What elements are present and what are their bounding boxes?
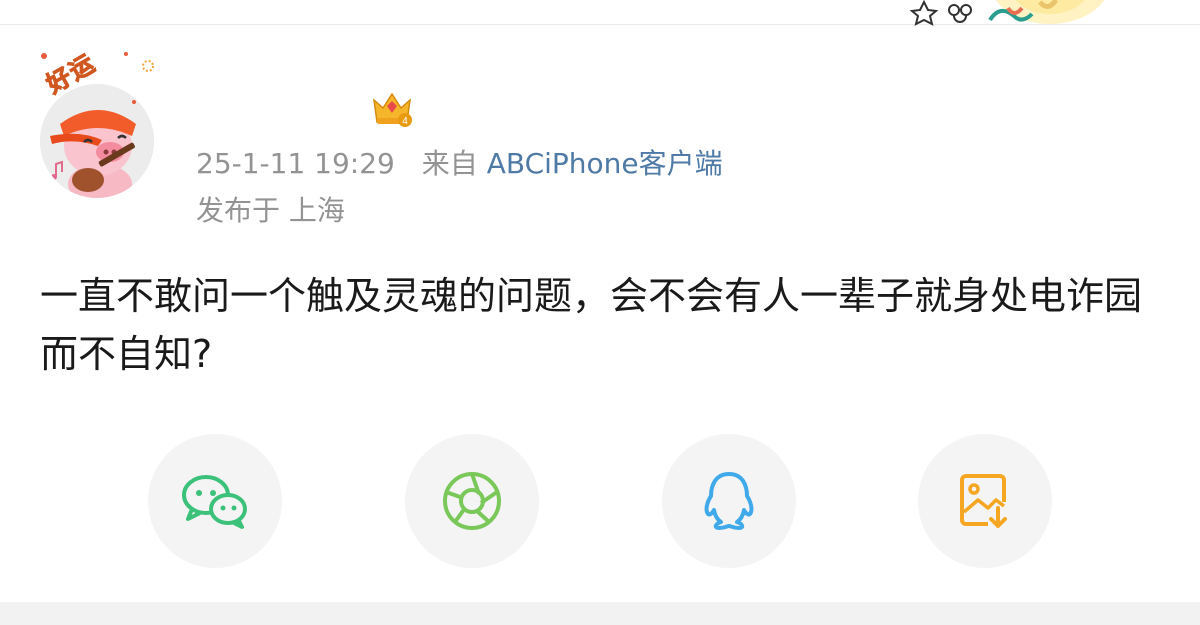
vip-crown-icon[interactable]: 4 [370,86,414,130]
qq-icon [704,472,754,530]
post-meta: 25-1-11 19:29 来自 ABCiPhone客户端 [196,144,723,184]
save-image-button[interactable] [918,434,1052,568]
share-qq-button[interactable] [662,434,796,568]
post-text: 一直不敢问一个触及灵魂的问题，会不会有人一辈子就身处电诈园而不自知? [40,274,1143,376]
vip-level: 4 [402,116,408,127]
save-image-icon [960,474,1007,528]
post-location: 发布于 上海 [196,194,345,227]
post-time: 25-1-11 19:29 [196,147,395,180]
post-source-link[interactable]: ABCiPhone客户端 [487,147,723,180]
share-moments-button[interactable] [405,434,539,568]
post-source-prefix: 来自 [421,147,478,180]
header-decoration-icon [909,0,1105,26]
share-options [0,434,1200,568]
moments-icon [443,472,501,530]
share-wechat-button[interactable] [148,434,282,568]
bottom-divider-bar [0,602,1200,625]
wechat-icon [182,475,247,529]
avatar[interactable]: 好运 [38,48,156,198]
